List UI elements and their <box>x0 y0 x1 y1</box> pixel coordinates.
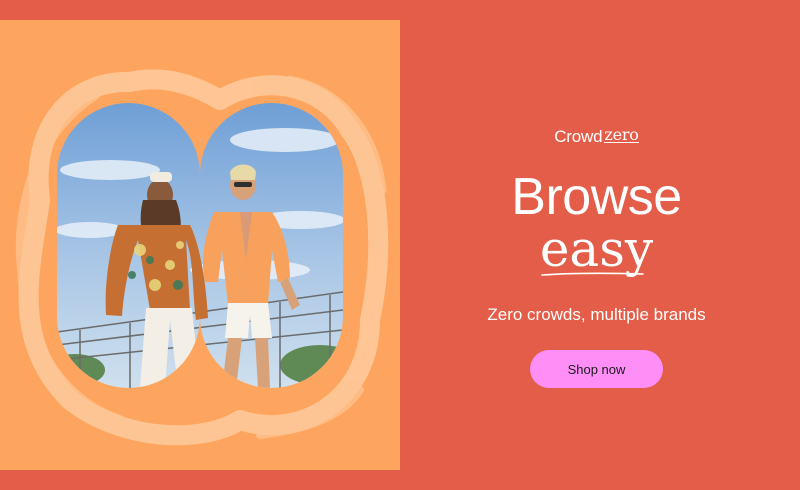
shop-now-button[interactable]: Shop now <box>530 350 663 388</box>
hero-image-panel <box>0 20 400 470</box>
headline: Browse <box>511 168 682 226</box>
promo-banner: Crowd zero Browse easy Zero crowds, multi… <box>0 0 800 490</box>
tagline: Zero crowds, multiple brands <box>487 305 706 324</box>
brand-logo[interactable]: Crowd zero <box>400 127 793 147</box>
headline-script: easy <box>539 220 654 278</box>
brand-logo-part-a: Crowd <box>554 127 603 146</box>
brand-logo-part-b: zero <box>604 125 639 144</box>
copy-panel: Crowd zero Browse easy Zero crowds, multi… <box>400 0 800 490</box>
hero-photo <box>15 69 389 446</box>
script-underline-decoration <box>541 272 644 276</box>
